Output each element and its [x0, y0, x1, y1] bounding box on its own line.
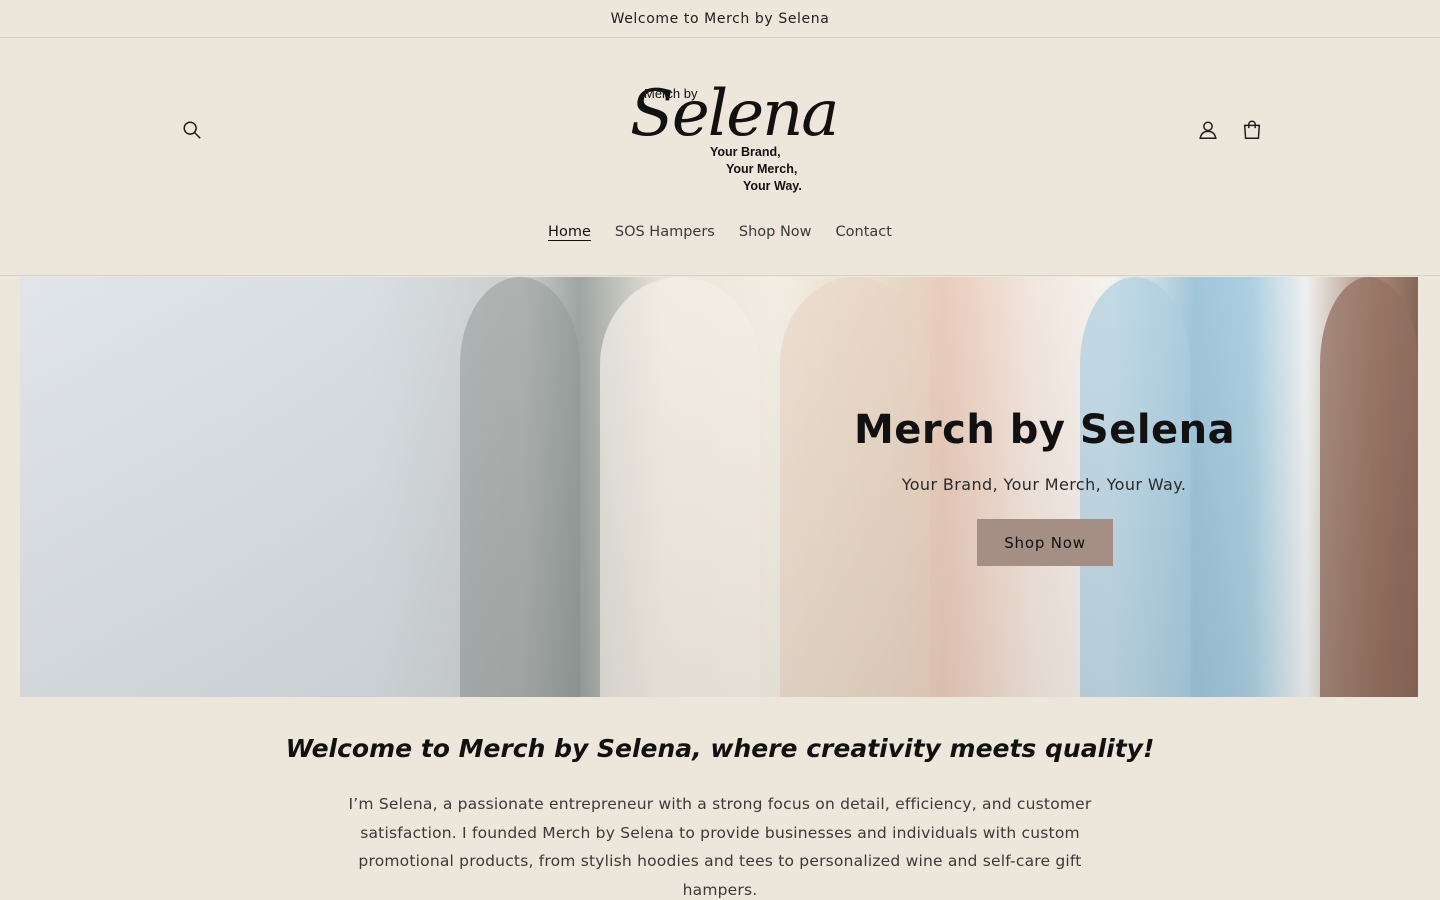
site-header: Merch by Selena Your Brand, Your Merch, …	[0, 38, 1440, 276]
account-button[interactable]	[1190, 112, 1226, 148]
hero-subtitle: Your Brand, Your Merch, Your Way.	[901, 475, 1187, 494]
cart-button[interactable]	[1234, 112, 1270, 148]
nav-item-sos-hampers[interactable]: SOS Hampers	[615, 224, 715, 248]
announcement-bar: Welcome to Merch by Selena	[0, 0, 1440, 38]
announcement-text: Welcome to Merch by Selena	[610, 10, 830, 27]
user-icon	[1199, 121, 1217, 139]
hero-title: Merch by Selena	[854, 407, 1236, 453]
main-nav: Home SOS Hampers Shop Now Contact	[0, 224, 1440, 248]
bag-icon	[1243, 120, 1261, 139]
logo-tagline-1: Your Brand,	[710, 145, 781, 159]
nav-item-contact[interactable]: Contact	[836, 224, 892, 248]
logo-tagline-2: Your Merch,	[726, 162, 798, 176]
hero-banner: Merch by Selena Your Brand, Your Merch, …	[20, 277, 1418, 697]
logo-script-text: Selena	[630, 77, 839, 151]
search-button[interactable]	[174, 112, 210, 148]
nav-item-shop-now[interactable]: Shop Now	[739, 224, 812, 248]
site-logo[interactable]: Merch by Selena Your Brand, Your Merch, …	[620, 66, 839, 198]
search-icon	[183, 121, 201, 139]
logo-tagline-3: Your Way.	[743, 179, 802, 193]
intro-text: I’m Selena, a passionate entrepreneur wi…	[348, 795, 1092, 899]
shop-now-button[interactable]: Shop Now	[977, 519, 1113, 566]
intro-heading: Welcome to Merch by Selena, where creati…	[285, 734, 1155, 763]
nav-item-home[interactable]: Home	[548, 224, 591, 248]
